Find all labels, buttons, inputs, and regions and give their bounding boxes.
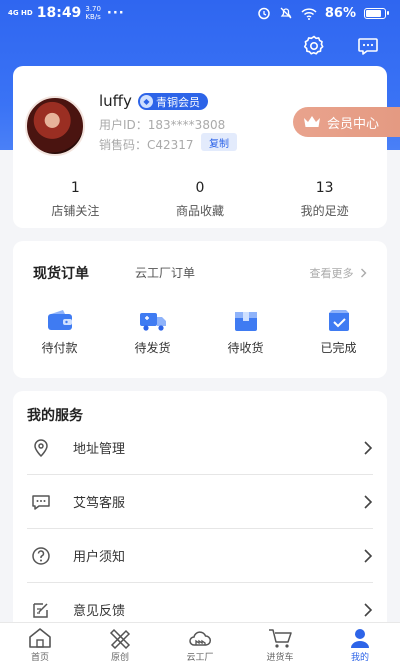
cart-icon bbox=[269, 629, 292, 648]
crown-icon bbox=[304, 116, 320, 127]
original-icon bbox=[109, 628, 131, 649]
profile-card: luffy ◆ 青铜会员 用户ID：183****3808 销售码：C42317… bbox=[13, 66, 400, 228]
order-completed[interactable]: 已完成 bbox=[292, 309, 385, 356]
service-label: 意见反馈 bbox=[73, 604, 126, 619]
chevron-right-icon bbox=[364, 602, 373, 617]
battery-icon bbox=[364, 7, 389, 19]
stat-favorites[interactable]: 0 商品收藏 bbox=[138, 180, 263, 219]
member-level-badge[interactable]: ◆ 青铜会员 bbox=[138, 93, 208, 110]
stat-store-follows[interactable]: 1 店铺关注 bbox=[13, 180, 138, 219]
location-icon bbox=[34, 438, 48, 457]
service-user-notice[interactable]: 用户须知 bbox=[27, 529, 373, 583]
tab-cart[interactable]: 进货车 bbox=[240, 623, 320, 666]
username: luffy bbox=[99, 92, 132, 110]
order-status-label: 待收货 bbox=[227, 341, 264, 355]
question-icon bbox=[32, 546, 50, 565]
avatar[interactable] bbox=[25, 96, 85, 156]
vip-center-label: 会员中心 bbox=[327, 116, 380, 132]
copy-sales-code-button[interactable]: 复制 bbox=[201, 133, 237, 151]
order-status-list: 待付款 待发货 待收货 已完成 bbox=[13, 309, 387, 356]
box-icon bbox=[234, 312, 257, 331]
chat-icon bbox=[32, 494, 50, 510]
alarm-icon bbox=[258, 7, 270, 20]
user-icon bbox=[351, 629, 369, 648]
service-address-management[interactable]: 地址管理 bbox=[27, 421, 373, 475]
stat-footprints[interactable]: 13 我的足迹 bbox=[262, 180, 387, 219]
tab-original[interactable]: 原创 bbox=[80, 623, 160, 666]
chevron-right-icon bbox=[361, 268, 367, 278]
profile-stats: 1 店铺关注 0 商品收藏 13 我的足迹 bbox=[13, 180, 387, 219]
sales-code: 销售码：C42317 bbox=[99, 138, 194, 152]
battery-percent: 86% bbox=[324, 5, 356, 21]
network-indicator: 4G HD bbox=[8, 9, 33, 17]
vip-center-button[interactable]: 会员中心 bbox=[293, 107, 400, 137]
see-more-link[interactable]: 查看更多 bbox=[310, 265, 368, 281]
settings-gear-icon[interactable] bbox=[302, 34, 326, 58]
chevron-right-icon bbox=[364, 494, 373, 509]
stat-value: 13 bbox=[315, 180, 334, 196]
user-id: 用户ID：183****3808 bbox=[99, 118, 226, 132]
network-speed: 3.70 KB/s bbox=[85, 5, 101, 21]
message-icon[interactable] bbox=[356, 34, 380, 58]
order-status-label: 待发货 bbox=[134, 341, 171, 355]
order-status-label: 待付款 bbox=[41, 341, 78, 355]
chevron-right-icon bbox=[364, 548, 373, 563]
order-pending-receipt[interactable]: 待收货 bbox=[199, 309, 292, 356]
stat-label: 商品收藏 bbox=[176, 204, 225, 218]
service-label: 用户须知 bbox=[73, 550, 126, 565]
battery-level-fill bbox=[366, 9, 381, 17]
order-pending-shipment[interactable]: 待发货 bbox=[106, 309, 199, 356]
wifi-icon bbox=[301, 7, 317, 20]
check-bag-icon bbox=[328, 310, 349, 331]
feedback-icon bbox=[33, 602, 48, 618]
tab-label: 进货车 bbox=[266, 653, 294, 663]
tab-label: 首页 bbox=[30, 653, 49, 663]
order-status-label: 已完成 bbox=[320, 341, 357, 355]
mute-icon bbox=[280, 7, 292, 19]
tab-spot-orders[interactable]: 现货订单 bbox=[33, 263, 89, 283]
wallet-icon bbox=[47, 310, 72, 330]
orders-card: 现货订单 云工厂订单 查看更多 待付款 待发货 待收货 已完成 bbox=[13, 241, 387, 378]
tab-cloud-factory[interactable]: 云工厂 bbox=[160, 623, 240, 666]
stat-value: 1 bbox=[70, 180, 80, 196]
services-card: 我的服务 地址管理 艾笃客服 用户须知 意见反馈 bbox=[13, 391, 387, 631]
tab-home[interactable]: 首页 bbox=[0, 623, 80, 666]
cloud-factory-icon bbox=[189, 631, 211, 646]
chevron-right-icon bbox=[364, 440, 373, 455]
home-icon bbox=[29, 628, 51, 648]
service-label: 地址管理 bbox=[73, 442, 126, 457]
service-label: 艾笃客服 bbox=[73, 496, 126, 511]
status-time: 18:49 bbox=[36, 5, 82, 21]
tab-cloud-factory-orders[interactable]: 云工厂订单 bbox=[135, 264, 195, 281]
header-actions bbox=[302, 34, 380, 58]
truck-icon bbox=[139, 313, 166, 331]
stat-label: 店铺关注 bbox=[51, 204, 100, 218]
stat-label: 我的足迹 bbox=[300, 204, 349, 218]
member-coin-icon: ◆ bbox=[140, 95, 153, 108]
stat-value: 0 bbox=[195, 180, 205, 196]
tab-label: 云工厂 bbox=[186, 653, 214, 663]
status-bar: 4G HD 18:49 3.70 KB/s ··· 86% bbox=[0, 0, 400, 26]
tab-label: 我的 bbox=[350, 653, 369, 663]
more-notifications: ··· bbox=[106, 5, 125, 21]
service-customer-support[interactable]: 艾笃客服 bbox=[27, 475, 373, 529]
member-level-label: 青铜会员 bbox=[156, 95, 200, 109]
order-pending-payment[interactable]: 待付款 bbox=[13, 309, 106, 356]
tab-label: 原创 bbox=[110, 653, 129, 663]
bottom-tab-bar: 首页 原创 云工厂 进货车 我的 bbox=[0, 622, 400, 666]
tab-mine[interactable]: 我的 bbox=[320, 623, 400, 666]
